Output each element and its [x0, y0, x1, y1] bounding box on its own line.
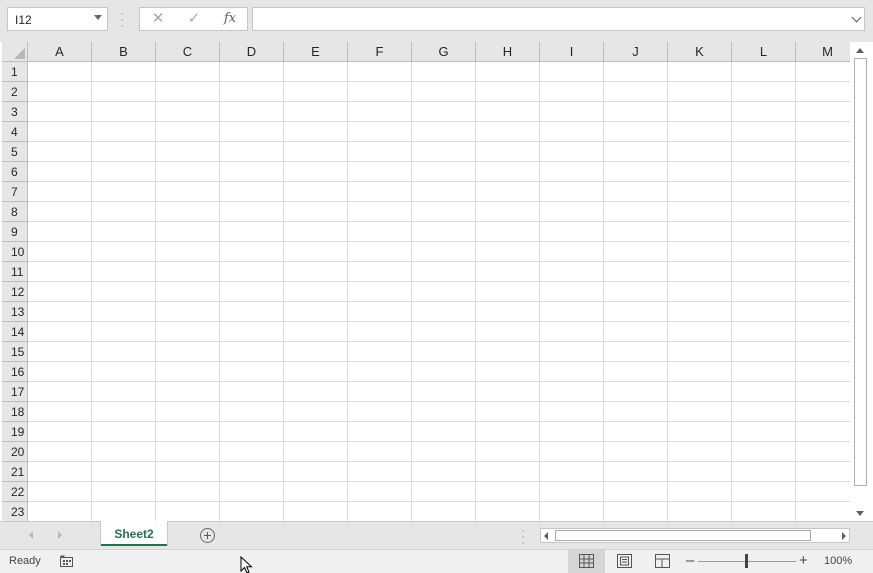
- column-header-g[interactable]: G: [412, 42, 476, 61]
- column-header-a[interactable]: A: [28, 42, 92, 61]
- vertical-scrollbar[interactable]: [852, 42, 869, 521]
- row-header-21[interactable]: 21: [2, 462, 27, 482]
- zoom-slider-thumb[interactable]: [745, 554, 748, 568]
- page-break-preview-icon[interactable]: [655, 554, 670, 568]
- select-all-button[interactable]: [2, 42, 28, 62]
- enter-icon[interactable]: ✓: [183, 10, 205, 28]
- scroll-right-icon[interactable]: [842, 532, 846, 540]
- row-headers: 1 2 3 4 5 6 7 8 9 10 11 12 13 14 15 16 17 18 19 20 21 22 23: [2, 62, 28, 521]
- row-header-18[interactable]: 18: [2, 402, 27, 422]
- column-headers: ABCDEFGHIJKLM: [28, 42, 850, 62]
- next-sheet-icon[interactable]: [58, 531, 62, 539]
- row-header-14[interactable]: 14: [2, 322, 27, 342]
- name-box-dropdown-icon[interactable]: [94, 15, 102, 20]
- row-header-12[interactable]: 12: [2, 282, 27, 302]
- scroll-down-icon[interactable]: [856, 511, 864, 516]
- expand-formula-bar-icon[interactable]: [851, 12, 862, 23]
- previous-sheet-icon[interactable]: [29, 531, 33, 539]
- sheet-tab-sheet2[interactable]: Sheet2: [101, 521, 167, 546]
- row-header-5[interactable]: 5: [2, 142, 27, 162]
- status-text: Ready: [9, 555, 41, 567]
- column-header-b[interactable]: B: [92, 42, 156, 61]
- status-bar: Ready – + 100%: [0, 549, 873, 573]
- row-header-19[interactable]: 19: [2, 422, 27, 442]
- formula-input[interactable]: [252, 7, 865, 31]
- column-header-h[interactable]: H: [476, 42, 540, 61]
- row-header-10[interactable]: 10: [2, 242, 27, 262]
- zoom-out-button[interactable]: –: [686, 552, 694, 569]
- row-header-2[interactable]: 2: [2, 82, 27, 102]
- row-header-22[interactable]: 22: [2, 482, 27, 502]
- vertical-scroll-thumb[interactable]: [854, 58, 867, 486]
- row-header-1[interactable]: 1: [2, 62, 27, 82]
- formula-bar-grip-icon[interactable]: · · ·: [120, 7, 124, 31]
- row-header-4[interactable]: 4: [2, 122, 27, 142]
- column-header-d[interactable]: D: [220, 42, 284, 61]
- column-header-e[interactable]: E: [284, 42, 348, 61]
- macro-recording-icon[interactable]: [60, 555, 73, 567]
- row-header-7[interactable]: 7: [2, 182, 27, 202]
- row-header-16[interactable]: 16: [2, 362, 27, 382]
- row-header-11[interactable]: 11: [2, 262, 27, 282]
- scroll-up-icon[interactable]: [856, 48, 864, 53]
- formula-buttons: ✕ ✓ fx: [139, 7, 248, 31]
- column-header-k[interactable]: K: [668, 42, 732, 61]
- row-header-17[interactable]: 17: [2, 382, 27, 402]
- normal-view-icon: [579, 554, 594, 568]
- select-all-triangle-icon: [14, 48, 25, 59]
- cancel-icon[interactable]: ✕: [147, 10, 169, 28]
- name-box[interactable]: I12: [7, 7, 108, 31]
- cell-area[interactable]: [28, 62, 850, 521]
- column-header-m[interactable]: M: [796, 42, 850, 61]
- tab-split-grip-icon[interactable]: · · ·: [521, 524, 525, 548]
- row-header-8[interactable]: 8: [2, 202, 27, 222]
- zoom-in-button[interactable]: +: [799, 552, 808, 569]
- normal-view-button[interactable]: [568, 550, 605, 573]
- sheet-tab-bar: Sheet2 + · · ·: [0, 521, 873, 549]
- column-header-f[interactable]: F: [348, 42, 412, 61]
- column-header-c[interactable]: C: [156, 42, 220, 61]
- row-header-6[interactable]: 6: [2, 162, 27, 182]
- scroll-left-icon[interactable]: [544, 532, 548, 540]
- horizontal-scrollbar[interactable]: [540, 528, 850, 543]
- row-header-15[interactable]: 15: [2, 342, 27, 362]
- name-box-value: I12: [15, 13, 32, 27]
- formula-bar-area: I12 · · · ✕ ✓ fx: [0, 0, 873, 42]
- row-header-9[interactable]: 9: [2, 222, 27, 242]
- column-header-j[interactable]: J: [604, 42, 668, 61]
- row-header-23[interactable]: 23: [2, 502, 27, 521]
- page-layout-view-icon[interactable]: [617, 554, 632, 568]
- column-header-i[interactable]: I: [540, 42, 604, 61]
- zoom-level[interactable]: 100%: [824, 555, 852, 567]
- insert-function-icon[interactable]: fx: [219, 10, 241, 28]
- row-header-20[interactable]: 20: [2, 442, 27, 462]
- horizontal-scroll-thumb[interactable]: [555, 530, 811, 541]
- row-header-13[interactable]: 13: [2, 302, 27, 322]
- row-header-3[interactable]: 3: [2, 102, 27, 122]
- mouse-cursor-icon: [240, 556, 253, 573]
- column-header-l[interactable]: L: [732, 42, 796, 61]
- add-sheet-icon[interactable]: +: [200, 528, 215, 543]
- worksheet-grid: ABCDEFGHIJKLM 1 2 3 4 5 6 7 8 9 10 11 12 13 14 15 16 17 1…: [2, 42, 850, 521]
